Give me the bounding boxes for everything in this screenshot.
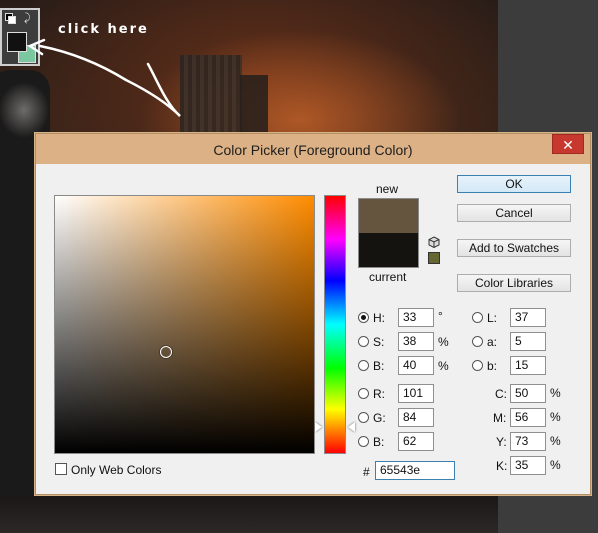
- saturation-field[interactable]: 38: [398, 332, 434, 351]
- hue-unit: °: [438, 309, 443, 323]
- add-to-swatches-button[interactable]: Add to Swatches: [457, 239, 571, 257]
- only-web-colors-checkbox[interactable]: [55, 463, 67, 475]
- hue-label: H:: [373, 311, 385, 325]
- radio-hue[interactable]: [358, 312, 369, 323]
- cyan-unit: %: [550, 386, 561, 400]
- a-channel-label: a:: [487, 335, 498, 349]
- yellow-label: Y:: [496, 435, 507, 449]
- new-color-label: new: [376, 182, 399, 196]
- radio-b-channel[interactable]: [472, 360, 483, 371]
- blue-label: B:: [373, 435, 385, 449]
- cyan-label: C:: [495, 387, 507, 401]
- radio-blue[interactable]: [358, 436, 369, 447]
- color-picker-dialog: Color Picker (Foreground Color) ✕ new cu…: [35, 133, 591, 495]
- brightness-field[interactable]: 40: [398, 356, 434, 375]
- lightness-field[interactable]: 37: [510, 308, 546, 327]
- radio-a-channel[interactable]: [472, 336, 483, 347]
- magenta-field[interactable]: 56: [510, 408, 546, 427]
- red-field[interactable]: 101: [398, 384, 434, 403]
- saturation-brightness-field[interactable]: [54, 195, 315, 454]
- saturation-unit: %: [438, 335, 449, 349]
- current-color-swatch[interactable]: [359, 233, 418, 267]
- green-label: G:: [373, 411, 386, 425]
- black-label: K:: [496, 459, 508, 473]
- radio-red[interactable]: [358, 388, 369, 399]
- cyan-field[interactable]: 50: [510, 384, 546, 403]
- lightness-label: L:: [487, 311, 498, 325]
- out-of-gamut-cube-icon[interactable]: [428, 236, 440, 248]
- hue-field[interactable]: 33: [398, 308, 434, 327]
- saturation-label: S:: [373, 335, 385, 349]
- title-bar[interactable]: Color Picker (Foreground Color) ✕: [36, 134, 590, 164]
- color-field-marker[interactable]: [160, 346, 172, 358]
- hue-slider[interactable]: [324, 195, 346, 454]
- hex-label: #: [363, 465, 370, 479]
- b-channel-label: b:: [487, 359, 498, 373]
- workspace-bottom: [0, 496, 498, 533]
- magenta-unit: %: [550, 410, 561, 424]
- ok-button[interactable]: OK: [457, 175, 571, 193]
- radio-brightness[interactable]: [358, 360, 369, 371]
- brightness-unit: %: [438, 359, 449, 373]
- radio-green[interactable]: [358, 412, 369, 423]
- cancel-button[interactable]: Cancel: [457, 204, 571, 222]
- only-web-colors-label: Only Web Colors: [71, 463, 162, 477]
- magenta-label: M:: [493, 411, 507, 425]
- black-field[interactable]: 35: [510, 456, 546, 475]
- radio-saturation[interactable]: [358, 336, 369, 347]
- yellow-field[interactable]: 73: [510, 432, 546, 451]
- blue-field[interactable]: 62: [398, 432, 434, 451]
- b-channel-field[interactable]: 15: [510, 356, 546, 375]
- hue-slider-handle-right[interactable]: [348, 422, 355, 432]
- red-label: R:: [373, 387, 385, 401]
- hand-drawn-arrow: [27, 38, 181, 117]
- color-libraries-button[interactable]: Color Libraries: [457, 274, 571, 292]
- close-button[interactable]: ✕: [552, 134, 584, 154]
- yellow-unit: %: [550, 434, 561, 448]
- dialog-title: Color Picker (Foreground Color): [213, 142, 413, 158]
- radio-lightness[interactable]: [472, 312, 483, 323]
- brightness-label: B:: [373, 359, 385, 373]
- dialog-body: new current OK Cancel Add to Swatches Co…: [43, 164, 585, 490]
- black-unit: %: [550, 458, 561, 472]
- current-color-label: current: [369, 270, 407, 284]
- color-comparison-swatch: [358, 198, 419, 268]
- new-color-swatch: [359, 199, 418, 233]
- a-channel-field[interactable]: 5: [510, 332, 546, 351]
- hue-slider-handle-left[interactable]: [315, 422, 322, 432]
- green-field[interactable]: 84: [398, 408, 434, 427]
- websafe-color-swatch[interactable]: [428, 252, 440, 264]
- hex-field[interactable]: 65543e: [375, 461, 455, 480]
